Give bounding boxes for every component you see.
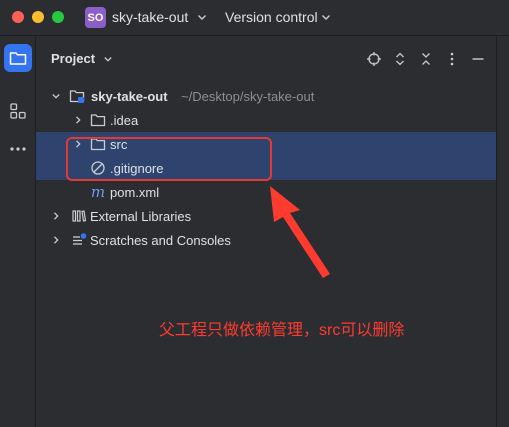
expand-collapse-icon[interactable] <box>392 51 408 67</box>
root-path: ~/Desktop/sky-take-out <box>181 89 315 104</box>
annotation-arrow-icon <box>270 186 330 278</box>
more-icon <box>10 147 26 151</box>
title-bar: SO sky-take-out Version control <box>0 0 509 36</box>
tree-row-root[interactable]: sky-take-out ~/Desktop/sky-take-out <box>36 84 496 108</box>
zoom-window-button[interactable] <box>52 11 64 23</box>
idea-label: .idea <box>110 113 139 128</box>
project-name[interactable]: sky-take-out <box>112 9 188 25</box>
chevron-right-icon[interactable] <box>73 115 83 125</box>
folder-icon <box>9 52 27 65</box>
project-tool-button[interactable] <box>4 44 32 72</box>
pom-label: pom.xml <box>110 185 160 200</box>
highlight-box <box>66 137 272 181</box>
libraries-icon <box>71 208 87 224</box>
project-badge[interactable]: SO <box>85 7 106 28</box>
collapse-all-icon[interactable] <box>418 51 434 67</box>
scratches-icon <box>71 232 87 248</box>
maven-icon: m <box>90 183 106 201</box>
structure-icon <box>10 103 26 119</box>
more-tools-button[interactable] <box>4 135 32 163</box>
structure-tool-button[interactable] <box>4 97 32 125</box>
locate-icon[interactable] <box>366 51 382 67</box>
tool-window-bar <box>0 36 36 427</box>
right-tool-strip <box>496 36 509 427</box>
scratches-label: Scratches and Consoles <box>90 233 231 248</box>
chevron-right-icon[interactable] <box>51 211 61 221</box>
root-label: sky-take-out <box>91 89 168 104</box>
module-folder-icon <box>69 88 85 104</box>
hide-icon[interactable] <box>470 51 486 67</box>
folder-icon <box>90 112 106 128</box>
panel-title-chevron-down-icon[interactable] <box>103 54 113 64</box>
vcs-chevron-down-icon[interactable] <box>320 11 332 23</box>
close-window-button[interactable] <box>12 11 24 23</box>
libraries-label: External Libraries <box>90 209 192 224</box>
chevron-down-icon[interactable] <box>51 91 61 101</box>
options-icon[interactable] <box>444 51 460 67</box>
panel-title[interactable]: Project <box>51 51 95 66</box>
project-chevron-down-icon[interactable] <box>196 11 208 23</box>
tree-row-idea[interactable]: .idea <box>36 108 496 132</box>
annotation-text: 父工程只做依赖管理，src可以删除 <box>159 322 405 339</box>
chevron-right-icon[interactable] <box>51 235 61 245</box>
version-control-menu[interactable]: Version control <box>225 9 318 25</box>
minimize-window-button[interactable] <box>32 11 44 23</box>
